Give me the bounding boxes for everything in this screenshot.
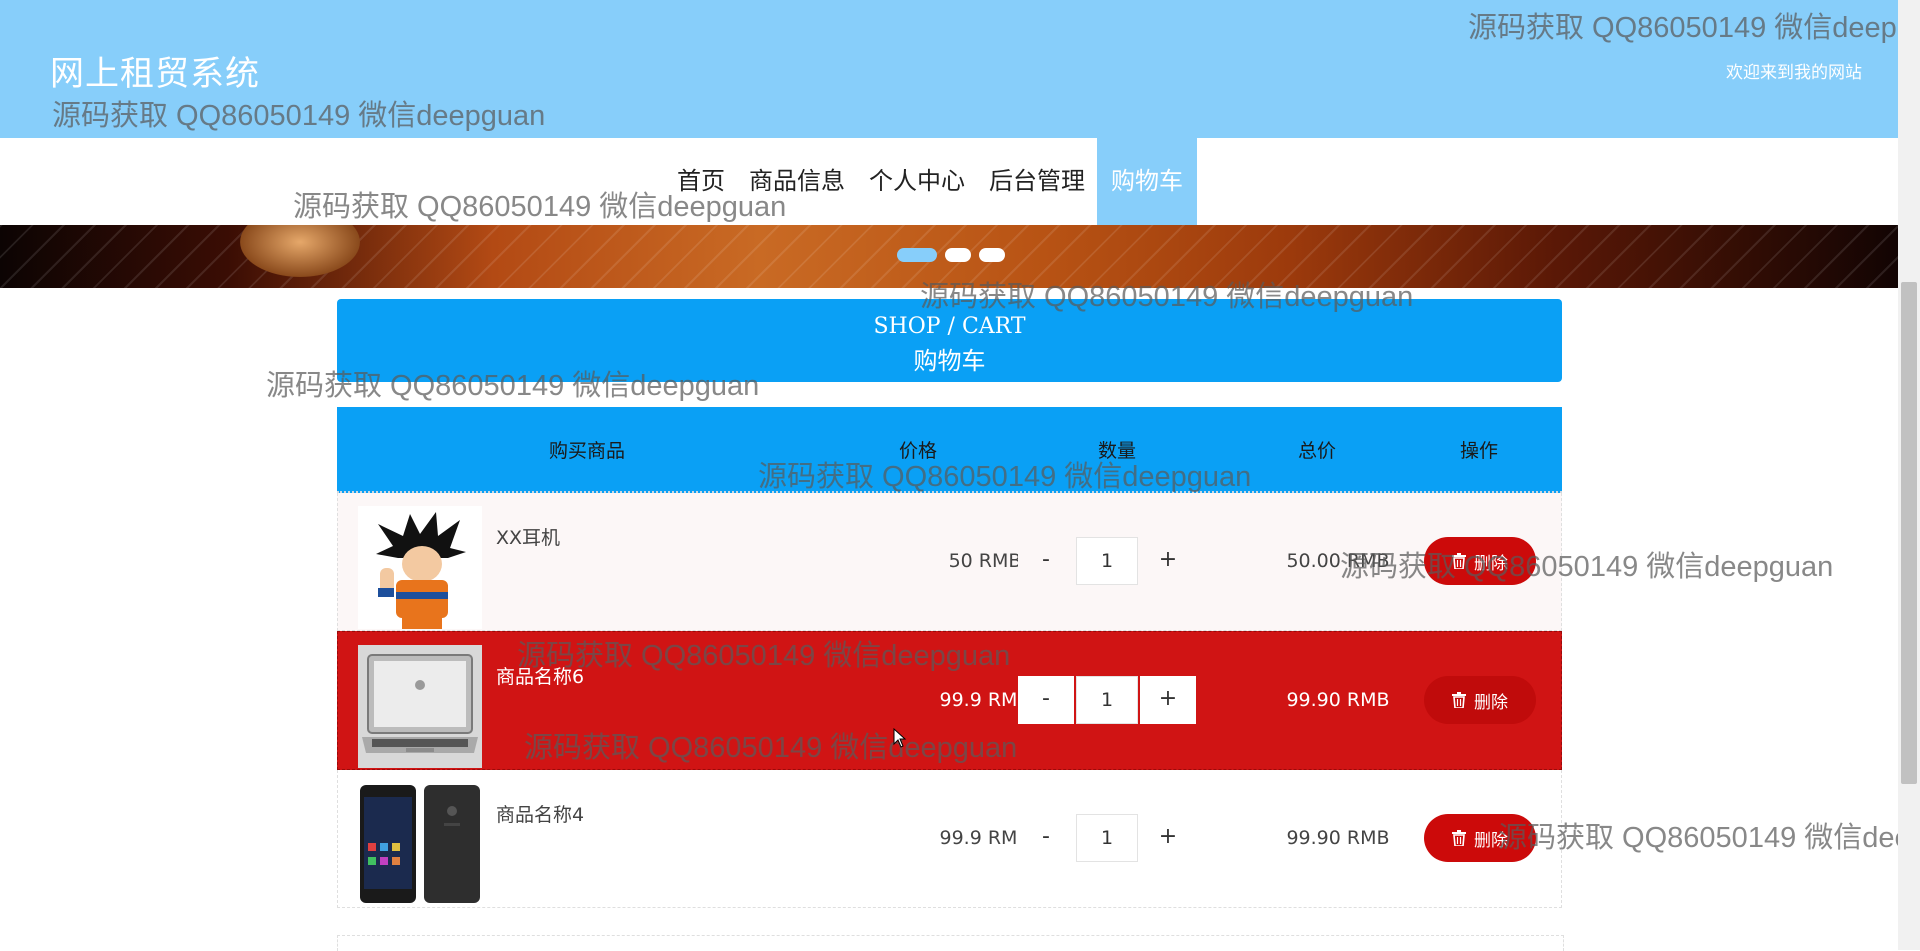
quantity-input[interactable]: 1: [1076, 676, 1138, 724]
table-header: 购买商品 价格 数量 总价 操作: [337, 407, 1562, 493]
product-name[interactable]: XX耳机: [496, 523, 560, 550]
increase-quantity-button[interactable]: +: [1140, 676, 1196, 724]
trash-icon: [1452, 830, 1466, 846]
delete-label: 删除: [1474, 553, 1508, 574]
trash-icon: [1452, 553, 1466, 569]
carousel-dot-3[interactable]: [979, 248, 1005, 262]
delete-button[interactable]: 删除: [1424, 814, 1536, 862]
column-header-total: 总价: [1297, 439, 1337, 462]
increase-quantity-button[interactable]: +: [1140, 537, 1196, 585]
carousel-indicators: [897, 248, 1005, 262]
carousel-dot-2[interactable]: [945, 248, 971, 262]
line-total: 99.90 RMB: [1286, 827, 1390, 849]
banner-carousel: [0, 225, 1898, 288]
delete-button[interactable]: 删除: [1424, 676, 1536, 724]
main-nav-bar: 首页 商品信息 个人中心 后台管理 购物车: [0, 138, 1898, 225]
table-row: 商品名称6 99.9 RMB - 1 + 99.90 RMB 删除: [337, 631, 1562, 770]
product-image-laptop[interactable]: [358, 645, 482, 768]
quantity-input[interactable]: 1: [1076, 537, 1138, 585]
scrollbar-thumb[interactable]: [1901, 282, 1917, 784]
nav-item-admin[interactable]: 后台管理: [977, 138, 1097, 225]
main-nav: 首页 商品信息 个人中心 后台管理 购物车: [665, 138, 1197, 225]
quantity-stepper: - 1 +: [1018, 676, 1196, 724]
decrease-quantity-button[interactable]: -: [1018, 537, 1074, 585]
product-name[interactable]: 商品名称4: [496, 800, 584, 827]
cart-table: 购买商品 价格 数量 总价 操作 XX耳机 50 RMB - 1 + 50.00…: [337, 407, 1562, 908]
site-title[interactable]: 网上租贸系统: [50, 46, 260, 95]
banner-image: [240, 225, 360, 277]
product-name[interactable]: 商品名称6: [496, 662, 584, 689]
cart-heading-en: SHOP / CART: [873, 314, 1026, 339]
cart-heading-cn: 购物车: [913, 347, 986, 375]
increase-quantity-button[interactable]: +: [1140, 814, 1196, 862]
product-image-goku-figure[interactable]: [358, 506, 482, 629]
quantity-stepper: - 1 +: [1018, 814, 1196, 862]
line-total: 50.00 RMB: [1286, 550, 1390, 572]
cart-section-header: SHOP / CART 购物车: [337, 299, 1562, 382]
column-header-product: 购买商品: [548, 439, 626, 462]
trash-icon: [1452, 692, 1466, 708]
welcome-text: 欢迎来到我的网站: [1726, 63, 1862, 83]
nav-item-home[interactable]: 首页: [665, 138, 737, 225]
column-header-quantity: 数量: [1097, 439, 1137, 462]
delete-button[interactable]: 删除: [1424, 537, 1536, 585]
column-header-price: 价格: [898, 439, 938, 462]
line-total: 99.90 RMB: [1286, 689, 1390, 711]
carousel-dot-1[interactable]: [897, 248, 937, 262]
next-row-edge: [337, 935, 1564, 951]
table-row: XX耳机 50 RMB - 1 + 50.00 RMB 删除: [337, 493, 1562, 631]
nav-item-cart[interactable]: 购物车: [1097, 138, 1197, 225]
nav-item-products[interactable]: 商品信息: [737, 138, 857, 225]
decrease-quantity-button[interactable]: -: [1018, 676, 1074, 724]
decrease-quantity-button[interactable]: -: [1018, 814, 1074, 862]
delete-label: 删除: [1474, 692, 1508, 713]
table-row: 商品名称4 99.9 RMB - 1 + 99.90 RMB 删除: [337, 770, 1562, 908]
site-header: 网上租贸系统 欢迎来到我的网站: [0, 0, 1898, 138]
mouse-cursor-icon: [893, 728, 907, 748]
product-image-smartphones[interactable]: [358, 783, 482, 906]
column-header-action: 操作: [1459, 439, 1499, 462]
quantity-input[interactable]: 1: [1076, 814, 1138, 862]
quantity-stepper: - 1 +: [1018, 537, 1196, 585]
page-scrollbar[interactable]: [1898, 0, 1920, 950]
nav-item-personal-center[interactable]: 个人中心: [857, 138, 977, 225]
delete-label: 删除: [1474, 830, 1508, 851]
